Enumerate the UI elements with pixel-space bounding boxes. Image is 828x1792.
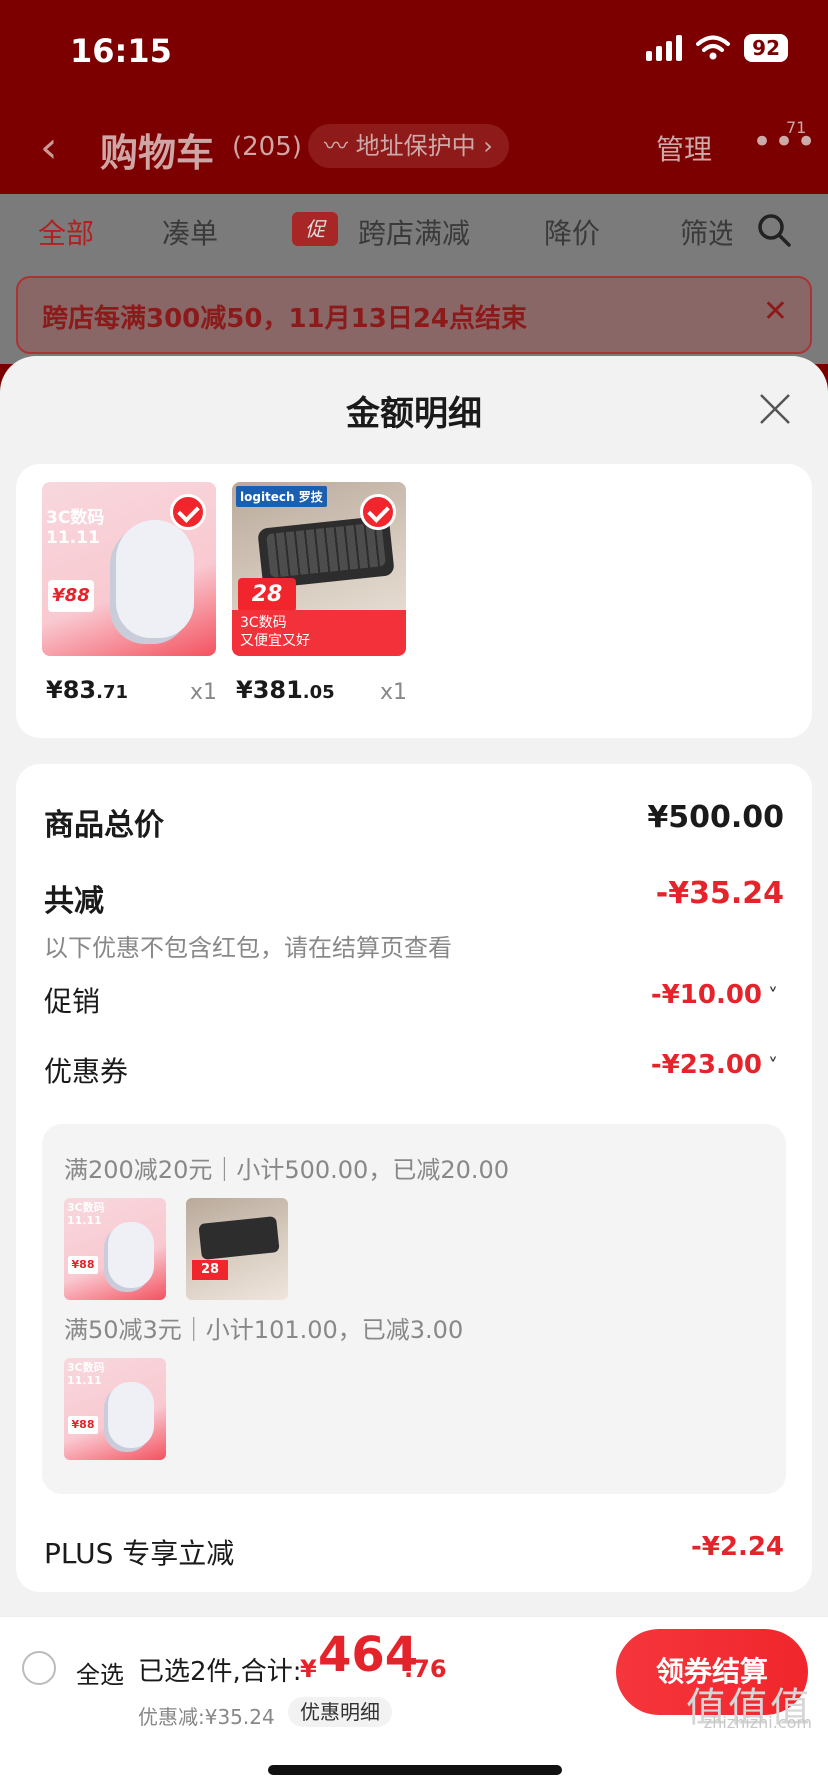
discount-note: 以下优惠不包含红包，请在结算页查看 [44,934,452,962]
total-reduce-row: 共减 -¥35.24 [44,876,784,919]
back-icon[interactable]: ‹ [40,122,58,173]
nav-bar: ‹ 购物车 (205) 〰 地址保护中 › 管理 ••• 71 [0,100,828,194]
close-icon[interactable]: ✕ [763,294,788,329]
filter-area: 全部 凑单 促 跨店满减 降价 筛选 跨店每满300减50，11月13日24点结… [0,194,828,364]
plus-value: -¥2.24 [690,1532,784,1562]
signal-icon [646,35,683,61]
status-time: 16:15 [70,32,172,70]
chevron-down-icon: ˅ [768,1054,778,1078]
price-badge: ¥88 [48,580,94,612]
price-summary-card: 商品总价 ¥500.00 共减 -¥35.24 以下优惠不包含红包，请在结算页查… [16,764,812,1592]
status-icons: 92 [646,34,788,62]
search-icon[interactable] [756,212,792,248]
promotion-row[interactable]: 促销 -¥10.00 ˅ [44,980,784,1020]
discount-summary: 优惠减:¥35.24 [138,1705,275,1729]
checked-icon [360,494,396,530]
product-thumbnail: 3C数码 11.11 ¥88 [42,482,216,656]
status-bar: 16:15 92 [0,0,828,100]
sheet-title: 金额明细 [346,394,482,434]
tab-bundle[interactable]: 凑单 [162,212,218,252]
chevron-down-icon: ˅ [768,984,778,1008]
close-icon[interactable] [758,392,792,426]
coupon-rule-1: 满200减20元｜小计500.00，已减20.00 [64,1156,510,1184]
tab-all[interactable]: 全部 [38,212,94,252]
coupon-product-thumbnail: 3C数码 11.11 ¥88 [64,1358,166,1460]
total-currency: ¥ [300,1655,317,1683]
promo-banner-text: 跨店每满300减50，11月13日24点结束 [42,304,527,334]
manage-button[interactable]: 管理 [656,128,712,168]
tab-cross-store[interactable]: 跨店满减 [358,212,470,252]
product-item[interactable]: logitech 罗技 28 3C数码 又便宜又好 ¥381.05 x1 [232,482,407,705]
coupon-rule-2: 满50减3元｜小计101.00，已减3.00 [64,1316,464,1344]
promo-tag: 促 [292,212,338,246]
product-price: ¥381.05 [236,676,335,704]
home-indicator [268,1765,562,1775]
watermark-url: zhizhizhi.com [703,1713,812,1732]
wifi-icon [696,35,731,60]
checkout-bar: 全选 已选2件,合计: ¥ 464 .76 优惠减:¥35.24 优惠明细 领券… [0,1616,828,1792]
total-reduce-value: -¥35.24 [655,876,784,911]
thumb-footer: 3C数码 又便宜又好 [232,610,406,656]
coupon-row[interactable]: 优惠券 -¥23.00 ˅ [44,1050,784,1090]
coupon-product-thumbnail: 3C数码 11.11 ¥88 [64,1198,166,1300]
discount-detail-button[interactable]: 优惠明细 [288,1697,392,1727]
select-all-label[interactable]: 全选 [76,1655,124,1690]
amount-detail-sheet: 金额明细 3C数码 11.11 ¥88 ¥83.71 x1 logitech 罗… [0,356,828,1792]
total-price-value: ¥500.00 [647,800,784,835]
promotion-label: 促销 [44,985,101,1018]
select-all-radio[interactable] [22,1651,56,1685]
product-item[interactable]: 3C数码 11.11 ¥88 ¥83.71 x1 [42,482,217,705]
tab-bar: 全部 凑单 促 跨店满减 降价 筛选 [0,212,828,264]
mouse-image [116,520,194,638]
checked-icon [170,494,206,530]
coupon-value: -¥23.00 ˅ [650,1050,778,1080]
coupon-detail-box: 满200减20元｜小计500.00，已减20.00 3C数码 11.11 ¥88 2… [42,1124,786,1494]
products-card: 3C数码 11.11 ¥88 ¥83.71 x1 logitech 罗技 28 … [16,464,812,738]
message-badge: 71 [786,118,807,137]
plus-label: PLUS 专享立减 [44,1537,235,1570]
total-amount-decimal: .76 [404,1655,447,1683]
address-protection-pill[interactable]: 〰 地址保护中 › [308,124,509,168]
tab-filter[interactable]: 筛选 [680,212,732,252]
product-price: ¥83.71 [46,676,128,704]
product-quantity: x1 [190,680,218,705]
promo-banner: 跨店每满300减50，11月13日24点结束 ✕ [16,276,812,354]
tab-price-drop[interactable]: 降价 [544,212,600,252]
plus-row: PLUS 专享立减 -¥2.24 [44,1532,784,1572]
promotion-value: -¥10.00 ˅ [650,980,778,1010]
selected-summary: 已选2件,合计: [138,1657,302,1687]
hours-badge: 28 [238,578,296,612]
coupon-product-thumbnail: 28 [186,1198,288,1300]
total-price-row: 商品总价 ¥500.00 [44,800,784,843]
total-reduce-label: 共减 [44,884,104,919]
product-quantity: x1 [380,680,408,705]
coupon-label: 优惠券 [44,1055,129,1088]
cart-count: (205) [232,132,302,162]
total-price-label: 商品总价 [44,808,164,843]
page-title: 购物车 [100,131,215,175]
product-thumbnail: logitech 罗技 28 3C数码 又便宜又好 [232,482,406,656]
battery-icon: 92 [744,34,788,62]
